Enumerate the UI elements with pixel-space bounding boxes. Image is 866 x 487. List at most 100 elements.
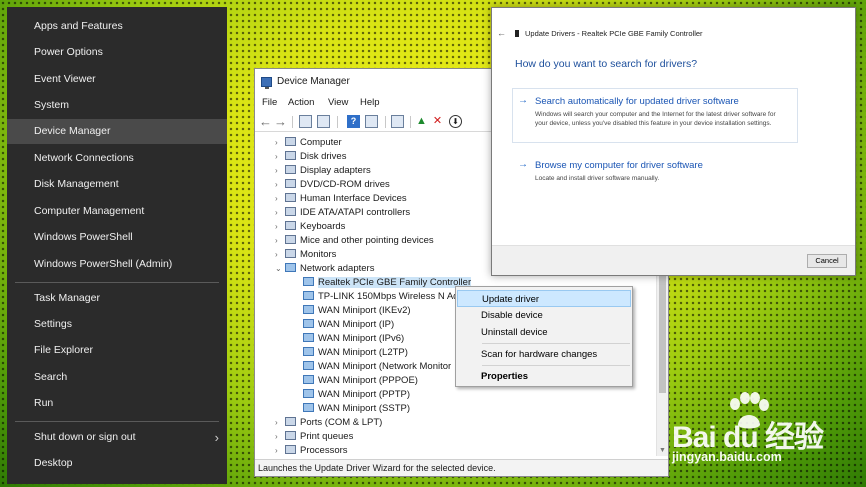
- expand-icon[interactable]: ›: [275, 206, 285, 220]
- baidu-jingyan-watermark: Bai du 经验 jingyan.baidu.com: [666, 390, 862, 485]
- tree-node-dvd-cd-rom[interactable]: › DVD/CD-ROM drives: [275, 178, 390, 192]
- forward-arrow-icon[interactable]: →: [274, 115, 287, 128]
- tree-node-network-adapters[interactable]: ⌄ Network adapters: [275, 262, 374, 276]
- browse-computer-option[interactable]: → Browse my computer for driver software…: [512, 152, 798, 182]
- menu-file[interactable]: File: [262, 97, 277, 108]
- tree-node-label: Monitors: [300, 249, 337, 260]
- disk-drive-icon: [285, 151, 296, 160]
- tree-node-disk-drives[interactable]: › Disk drives: [275, 150, 346, 164]
- expand-icon[interactable]: ›: [275, 136, 285, 150]
- tree-node-wan-network-monitor[interactable]: WAN Miniport (Network Monitor: [303, 360, 451, 374]
- expand-icon[interactable]: ›: [275, 248, 285, 262]
- scroll-down-icon[interactable]: ▼: [659, 447, 666, 454]
- menu-action[interactable]: Action: [288, 97, 314, 108]
- menu-item-system[interactable]: System: [7, 93, 227, 118]
- menu-item-network-connections[interactable]: Network Connections: [7, 146, 227, 171]
- menu-item-task-manager[interactable]: Task Manager: [7, 286, 227, 311]
- tree-node-wan-pppoe[interactable]: WAN Miniport (PPPOE): [303, 374, 418, 388]
- tree-node-label: IDE ATA/ATAPI controllers: [300, 207, 411, 218]
- option-description: Locate and install driver software manua…: [535, 175, 660, 182]
- back-arrow-icon[interactable]: ←: [259, 115, 272, 128]
- expand-icon[interactable]: ›: [275, 444, 285, 456]
- processor-icon: [285, 445, 296, 454]
- tree-node-monitors[interactable]: › Monitors: [275, 248, 336, 262]
- expand-icon[interactable]: ›: [275, 430, 285, 444]
- context-item-properties[interactable]: Properties: [457, 368, 631, 385]
- update-driver-icon[interactable]: ▲: [415, 115, 428, 128]
- menu-item-search[interactable]: Search: [7, 365, 227, 390]
- tree-node-tp-link[interactable]: TP-LINK 150Mbps Wireless N Ada: [303, 290, 464, 304]
- tree-node-hid[interactable]: › Human Interface Devices: [275, 192, 407, 206]
- menu-item-settings[interactable]: Settings: [7, 312, 227, 337]
- scrollbar-thumb[interactable]: [659, 263, 666, 393]
- expand-icon[interactable]: ›: [275, 192, 285, 206]
- tree-node-ide-controllers[interactable]: › IDE ATA/ATAPI controllers: [275, 206, 410, 220]
- expand-icon[interactable]: ›: [275, 150, 285, 164]
- ide-controller-icon: [285, 207, 296, 216]
- arrow-right-icon: →: [518, 159, 528, 170]
- menu-item-shut-down[interactable]: Shut down or sign out ›: [7, 425, 227, 450]
- menu-item-event-viewer[interactable]: Event Viewer: [7, 67, 227, 92]
- expand-icon[interactable]: ›: [275, 164, 285, 178]
- tree-node-display-adapters[interactable]: › Display adapters: [275, 164, 371, 178]
- tree-node-mice[interactable]: › Mice and other pointing devices: [275, 234, 434, 248]
- view-icon[interactable]: [365, 115, 378, 128]
- tree-node-ports[interactable]: › Ports (COM & LPT): [275, 416, 382, 430]
- expand-icon[interactable]: ›: [275, 220, 285, 234]
- tree-node-computer[interactable]: › Computer: [275, 136, 342, 150]
- tree-node-label: Keyboards: [300, 221, 346, 232]
- menu-view[interactable]: View: [328, 97, 348, 108]
- menu-item-device-manager[interactable]: Device Manager: [7, 119, 227, 144]
- arrow-right-icon: →: [518, 95, 528, 106]
- collapse-icon[interactable]: ⌄: [275, 262, 285, 276]
- context-item-disable-device[interactable]: Disable device: [457, 307, 631, 324]
- menu-item-desktop[interactable]: Desktop: [7, 451, 227, 476]
- menu-help[interactable]: Help: [360, 97, 380, 108]
- expand-icon[interactable]: ›: [275, 234, 285, 248]
- chevron-right-icon: ›: [214, 430, 219, 445]
- context-item-uninstall-device[interactable]: Uninstall device: [457, 324, 631, 341]
- tree-node-label: TP-LINK 150Mbps Wireless N Ada: [318, 291, 464, 302]
- menu-item-disk-management[interactable]: Disk Management: [7, 172, 227, 197]
- menu-item-windows-powershell[interactable]: Windows PowerShell: [7, 225, 227, 250]
- menu-item-computer-management[interactable]: Computer Management: [7, 199, 227, 224]
- tree-node-label: WAN Miniport (IKEv2): [318, 305, 411, 316]
- tree-node-wan-ip[interactable]: WAN Miniport (IP): [303, 318, 394, 332]
- tree-node-wan-sstp[interactable]: WAN Miniport (SSTP): [303, 402, 410, 416]
- tree-node-label: Print queues: [300, 431, 354, 442]
- tree-node-wan-l2tp[interactable]: WAN Miniport (L2TP): [303, 346, 408, 360]
- search-automatically-option[interactable]: → Search automatically for updated drive…: [512, 88, 798, 143]
- tree-node-wan-pptp[interactable]: WAN Miniport (PPTP): [303, 388, 410, 402]
- scan-hardware-icon[interactable]: [391, 115, 404, 128]
- tree-node-label: Human Interface Devices: [300, 193, 407, 204]
- device-icon: [515, 30, 519, 37]
- help-icon[interactable]: ?: [347, 115, 360, 128]
- tree-node-print-queues[interactable]: › Print queues: [275, 430, 353, 444]
- tree-node-label: WAN Miniport (PPTP): [318, 389, 411, 400]
- menu-item-apps-and-features[interactable]: Apps and Features: [7, 14, 227, 39]
- context-item-scan-hardware[interactable]: Scan for hardware changes: [457, 346, 631, 363]
- tree-node-wan-ikev2[interactable]: WAN Miniport (IKEv2): [303, 304, 411, 318]
- tree-node-label: WAN Miniport (L2TP): [318, 347, 408, 358]
- download-icon[interactable]: ⬇: [449, 115, 462, 128]
- tree-node-wan-ipv6[interactable]: WAN Miniport (IPv6): [303, 332, 404, 346]
- menu-item-run[interactable]: Run: [7, 391, 227, 416]
- expand-icon[interactable]: ›: [275, 416, 285, 430]
- printer-icon: [285, 431, 296, 440]
- context-item-update-driver[interactable]: Update driver: [457, 290, 631, 307]
- show-hide-console-tree-icon[interactable]: [299, 115, 312, 128]
- menu-item-power-options[interactable]: Power Options: [7, 40, 227, 65]
- cancel-button[interactable]: Cancel: [807, 254, 847, 268]
- tree-node-label: WAN Miniport (SSTP): [318, 403, 411, 414]
- menu-item-windows-powershell-admin[interactable]: Windows PowerShell (Admin): [7, 252, 227, 277]
- menu-item-file-explorer[interactable]: File Explorer: [7, 338, 227, 363]
- properties-icon[interactable]: [317, 115, 330, 128]
- tree-node-processors[interactable]: › Processors: [275, 444, 348, 456]
- uninstall-icon[interactable]: ✕: [431, 115, 444, 128]
- tree-node-keyboards[interactable]: › Keyboards: [275, 220, 345, 234]
- toolbar-divider: [385, 116, 386, 128]
- network-adapter-icon: [303, 291, 314, 300]
- tree-node-realtek[interactable]: Realtek PCIe GBE Family Controller: [303, 276, 472, 290]
- expand-icon[interactable]: ›: [275, 178, 285, 192]
- back-arrow-icon[interactable]: ←: [497, 28, 506, 38]
